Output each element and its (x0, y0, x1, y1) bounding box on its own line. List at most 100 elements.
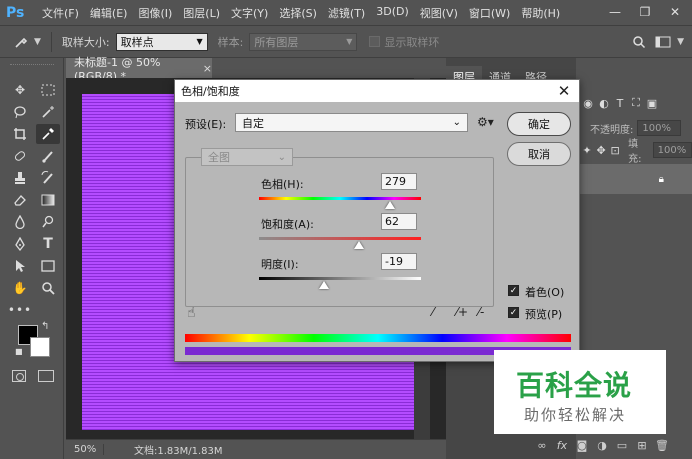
path-selection-tool-icon[interactable] (8, 256, 32, 276)
ok-button[interactable]: 确定 (507, 112, 571, 136)
menu-help[interactable]: 帮助(H) (521, 5, 560, 21)
minimize-button[interactable]: — (602, 2, 628, 22)
close-icon[interactable]: ✕ (555, 82, 573, 100)
lasso-tool-icon[interactable] (8, 102, 32, 122)
close-icon[interactable]: × (203, 62, 212, 75)
layer-item[interactable]: 🔒︎ (580, 164, 692, 194)
lock-pixels-icon[interactable]: ✦ (580, 144, 594, 157)
restore-button[interactable]: ❐ (632, 2, 658, 22)
gear-icon[interactable]: ⚙︎▾ (477, 115, 494, 129)
eyedropper-tool-preset-icon[interactable] (10, 31, 32, 53)
close-window-button[interactable]: ✕ (662, 2, 688, 22)
preset-select[interactable]: 自定 ⌄ (235, 113, 468, 132)
link-layers-icon[interactable]: ∞ (532, 439, 552, 452)
watermark: 百科全说 助你轻松解决 (494, 350, 666, 434)
pixel-filter-icon[interactable]: ◉ (580, 97, 596, 110)
menu-filter[interactable]: 滤镜(T) (328, 5, 365, 21)
shape-filter-icon[interactable]: ⛶ (628, 96, 644, 110)
swap-colors-icon[interactable]: ↰ (41, 321, 49, 332)
crop-tool-icon[interactable] (8, 124, 32, 144)
cancel-button[interactable]: 取消 (507, 142, 571, 166)
lightness-slider-thumb[interactable] (318, 281, 329, 289)
blur-tool-icon[interactable] (8, 212, 32, 232)
document-tab[interactable]: 未标题-1 @ 50%(RGB/8) * × (66, 56, 212, 83)
move-tool-icon[interactable]: ✥ (8, 80, 32, 100)
preview-checkbox[interactable]: ✓ (508, 307, 519, 318)
eyedropper-tool-icon[interactable] (36, 124, 60, 144)
channel-select[interactable]: 全图 ⌄ (201, 148, 293, 166)
magic-wand-tool-icon[interactable] (36, 102, 60, 122)
saturation-label: 饱和度(A): (261, 218, 314, 231)
type-filter-icon[interactable]: T (612, 97, 628, 110)
rectangle-tool-icon[interactable] (36, 256, 60, 276)
layer-style-icon[interactable]: fx (552, 439, 572, 452)
saturation-slider-thumb[interactable] (354, 241, 365, 249)
lock-artboard-icon[interactable]: ⊡ (608, 144, 622, 157)
workspace-icon[interactable] (651, 30, 675, 54)
menu-window[interactable]: 窗口(W) (469, 5, 510, 21)
sample-size-select[interactable]: 取样点 ▼ (115, 32, 208, 51)
eraser-tool-icon[interactable] (8, 190, 32, 210)
background-color-swatch[interactable] (30, 337, 50, 357)
toolbox-grip[interactable] (10, 64, 54, 66)
menu-edit[interactable]: 编辑(E) (90, 5, 128, 21)
pen-tool-icon[interactable] (8, 234, 32, 254)
more-tools-icon[interactable]: ••• (8, 300, 32, 320)
gradient-tool-icon[interactable] (36, 190, 60, 210)
healing-brush-tool-icon[interactable] (8, 146, 32, 166)
zoom-tool-icon[interactable] (36, 278, 60, 298)
menu-view[interactable]: 视图(V) (420, 5, 458, 21)
lock-position-icon[interactable]: ✥ (594, 144, 608, 157)
menu-type[interactable]: 文字(Y) (231, 5, 268, 21)
menu-select[interactable]: 选择(S) (279, 5, 317, 21)
new-layer-icon[interactable]: ⊞ (632, 439, 652, 452)
quick-mask-icon[interactable] (12, 370, 26, 382)
smart-object-filter-icon[interactable]: ▣ (644, 97, 660, 110)
hue-slider[interactable] (259, 197, 421, 200)
menu-image[interactable]: 图像(I) (138, 5, 172, 21)
hand-icon[interactable]: ☝︎ (187, 305, 196, 321)
menu-3d[interactable]: 3D(D) (376, 5, 409, 21)
adjustment-filter-icon[interactable]: ◐ (596, 97, 612, 110)
preset-value: 自定 (242, 116, 264, 130)
saturation-slider[interactable] (259, 237, 421, 240)
layers-panel-footer: ∞ fx ◙ ◑ ▭ ⊞ 🗑︎ (500, 434, 692, 456)
lightness-input[interactable]: -19 (381, 253, 417, 270)
colorize-checkbox[interactable]: ✓ (508, 285, 519, 296)
dialog-titlebar[interactable]: 色相/饱和度 ✕ (175, 80, 579, 102)
sample-value: 所有图层 (254, 35, 299, 49)
marquee-tool-icon[interactable] (36, 80, 60, 100)
search-icon[interactable] (627, 30, 651, 54)
saturation-input[interactable]: 62 (381, 213, 417, 230)
menu-file[interactable]: 文件(F) (42, 5, 79, 21)
menu-layer[interactable]: 图层(L) (183, 5, 220, 21)
clone-stamp-tool-icon[interactable] (8, 168, 32, 188)
hue-slider-thumb[interactable] (385, 201, 396, 209)
chevron-down-icon[interactable]: ▼ (677, 37, 684, 47)
eyedropper-minus-icon[interactable]: ⁄- (478, 305, 484, 319)
hue-input[interactable]: 279 (381, 173, 417, 190)
history-brush-tool-icon[interactable] (36, 168, 60, 188)
zoom-level[interactable]: 50% (66, 444, 104, 455)
chevron-down-icon: ⌄ (277, 151, 286, 163)
layer-mask-icon[interactable]: ◙ (572, 439, 592, 452)
eyedropper-icon[interactable]: ⁄ (432, 305, 434, 319)
adjustment-layer-icon[interactable]: ◑ (592, 439, 612, 452)
options-right-tools: ▼ (627, 30, 684, 54)
eyedropper-plus-icon[interactable]: ⁄+ (456, 305, 468, 319)
type-tool-icon[interactable]: T (36, 234, 60, 254)
sample-select[interactable]: 所有图层 ▼ (249, 32, 358, 51)
show-sampling-ring-checkbox[interactable] (369, 36, 381, 47)
hand-tool-icon[interactable]: ✋ (8, 278, 32, 298)
group-icon[interactable]: ▭ (612, 439, 632, 452)
fill-field[interactable]: 100% (652, 142, 692, 158)
hue-saturation-dialog: 色相/饱和度 ✕ 预设(E): 自定 ⌄ ⚙︎▾ 确定 取消 全图 ⌄ 色相(H… (174, 79, 580, 362)
brush-tool-icon[interactable] (36, 146, 60, 166)
opacity-field[interactable]: 100% (637, 120, 682, 136)
dodge-tool-icon[interactable] (36, 212, 60, 232)
trash-icon[interactable]: 🗑︎ (652, 439, 672, 452)
lightness-slider[interactable] (259, 277, 421, 280)
screen-mode-icon[interactable] (38, 370, 54, 382)
default-colors-icon[interactable]: ■ (15, 347, 23, 356)
chevron-down-icon[interactable]: ▼ (34, 37, 41, 47)
